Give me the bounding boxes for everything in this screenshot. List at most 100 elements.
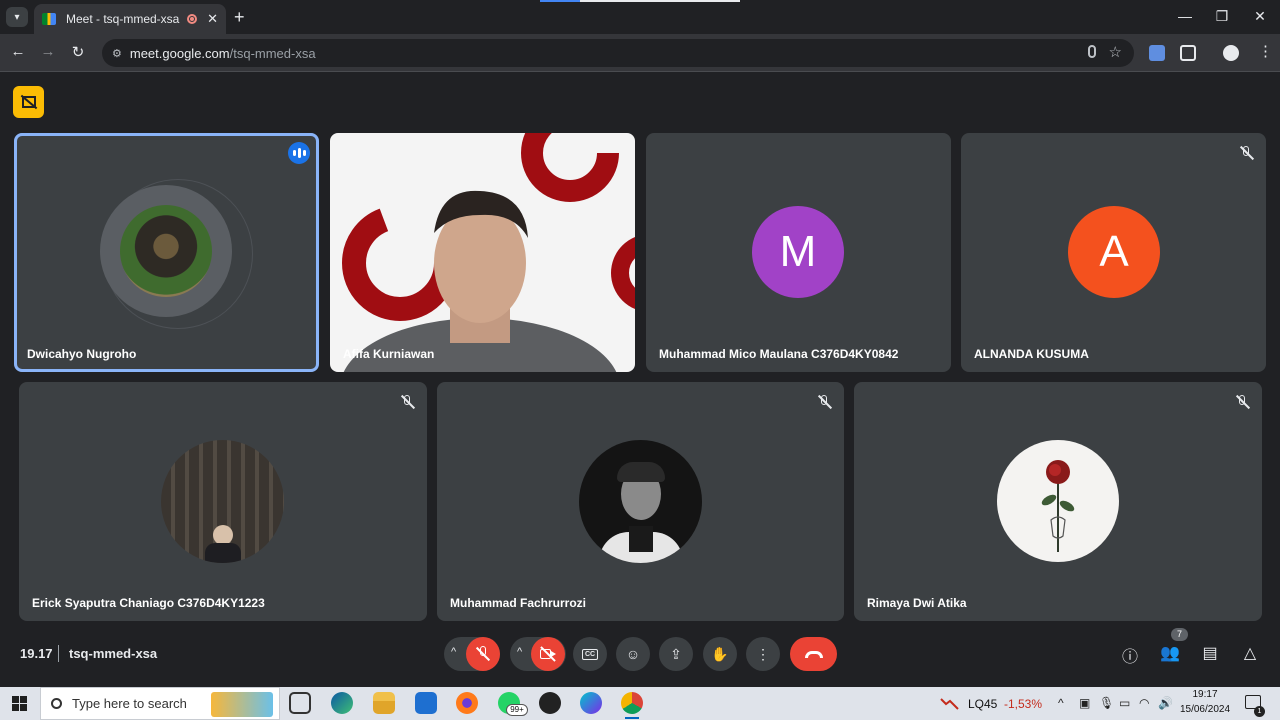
people-icon: 👥 [1160,645,1180,662]
edge-browser-icon[interactable] [331,692,353,714]
audio-options-chevron-icon[interactable]: ^ [451,646,456,658]
video-feed [342,133,635,372]
reactions-button[interactable]: ☺ [616,637,650,671]
back-arrow-icon[interactable]: ← [8,43,28,60]
mic-off-icon [1234,394,1251,410]
mic-off-icon [399,394,416,410]
chat-icon: ▤ [1202,645,1218,662]
search-icon [51,698,62,709]
mail-icon[interactable] [415,692,437,714]
participant-tile[interactable]: Rimaya Dwi Atika [854,382,1262,621]
divider [58,645,59,662]
bookmark-star-icon[interactable]: ☆ [1109,43,1122,61]
mic-off-icon [816,394,833,410]
avatar: A [1068,206,1160,298]
window-close-button[interactable]: ✕ [1250,8,1270,25]
people-button[interactable]: 👥 [1159,643,1181,665]
activities-button[interactable]: △ [1239,643,1261,665]
avatar [579,440,702,563]
more-options-button[interactable]: ⋮ [746,637,780,671]
meeting-details-button[interactable]: ⓘ [1119,643,1141,666]
participant-tile[interactable]: Muhammad Fachrurrozi [437,382,844,621]
browser-tab-meet[interactable]: Meet - tsq-mmed-xsa ✕ [34,4,226,34]
hand-icon: ✋ [711,645,729,662]
site-info-icon[interactable]: ⚙ [112,47,122,60]
notification-count-badge: 1 [1254,706,1265,717]
camera-tray-icon[interactable]: ▣ [1079,696,1090,710]
wifi-icon[interactable]: ◠ [1139,696,1149,710]
participant-name: Muhammad Mico Maulana C376D4KY0842 [659,347,899,361]
video-options-chevron-icon[interactable]: ^ [517,646,522,658]
camera-off-icon [540,646,556,662]
volume-icon[interactable]: 🔊 [1158,696,1173,710]
task-view-icon[interactable] [289,692,311,714]
present-icon: ⇪ [670,645,682,662]
mic-toggle-button[interactable] [466,637,500,671]
taskbar-search-box[interactable]: Type here to search [40,687,280,720]
browser-tab-strip: ▾ Meet - tsq-mmed-xsa ✕ + — ❐ ✕ [0,0,1280,34]
canva-icon[interactable] [580,692,602,714]
new-tab-button[interactable]: + [234,7,245,28]
mic-off-icon [475,646,491,662]
reload-icon[interactable]: ↻ [68,43,88,61]
participant-name: Muhammad Fachrurrozi [450,596,587,610]
file-explorer-icon[interactable] [373,692,395,714]
meet-favicon-icon [42,13,56,25]
tab-search-button[interactable]: ▾ [6,7,28,27]
url-path: /tsq-mmed-xsa [229,45,316,61]
search-highlight-image [211,692,273,717]
captions-icon: CC [581,648,599,660]
extensions-puzzle-icon[interactable] [1180,45,1196,61]
firefox-icon[interactable] [456,692,478,714]
media-player-icon[interactable] [539,692,561,714]
chat-button[interactable]: ▤ [1199,643,1221,665]
emoji-icon: ☺ [625,646,641,662]
participant-tile[interactable]: Erick Syaputra Chaniago C376D4KY1223 [19,382,427,621]
avatar [997,440,1119,562]
avatar [120,205,212,297]
meeting-code: tsq-mmed-xsa [69,646,158,661]
present-screen-button[interactable]: ⇪ [659,637,693,671]
raise-hand-button[interactable]: ✋ [703,637,737,671]
stock-ticker[interactable]: LQ45 [968,697,997,711]
translate-extension-icon[interactable] [1149,45,1165,61]
video-off-icon [21,96,36,108]
tab-close-icon[interactable]: ✕ [207,11,218,27]
participant-name: ALNANDA KUSUMA [974,347,1089,361]
voice-search-icon[interactable] [1088,45,1096,58]
participant-tile[interactable]: A ALNANDA KUSUMA [961,133,1266,372]
participant-tile[interactable]: M Muhammad Mico Maulana C376D4KY0842 [646,133,951,372]
captions-button[interactable]: CC [573,637,607,671]
show-hidden-icons-chevron-icon[interactable]: ^ [1058,696,1064,710]
chrome-icon[interactable] [621,692,643,719]
window-minimize-button[interactable]: — [1175,8,1195,24]
forward-arrow-icon[interactable]: → [38,43,58,60]
battery-icon[interactable]: ▭ [1119,696,1130,710]
tab-title: Meet - tsq-mmed-xsa [66,12,180,26]
camera-toggle-button[interactable] [531,637,565,671]
browser-toolbar: ← → ↻ ⚙ meet.google.com/tsq-mmed-xsa ☆ ⋮ [0,34,1280,72]
window-maximize-button[interactable]: ❐ [1212,8,1232,25]
host-controls-button[interactable] [13,86,44,118]
shapes-icon: △ [1243,645,1257,662]
people-count-badge: 7 [1171,628,1188,641]
phone-hangup-icon [804,650,823,658]
browser-menu-icon[interactable]: ⋮ [1258,42,1273,60]
whatsapp-badge: 99+ [506,704,528,716]
participant-tile[interactable]: Dwicahyo Nugroho [14,133,319,372]
leave-call-button[interactable] [790,637,837,671]
more-vert-icon: ⋮ [756,645,770,662]
windows-start-icon[interactable] [12,696,27,711]
speaking-indicator-icon [288,142,310,164]
clock-date[interactable]: 15/06/2024 [1177,704,1233,715]
info-icon: ⓘ [1121,649,1138,666]
avatar [161,440,284,563]
clock-time[interactable]: 19:17 [1180,689,1230,700]
profile-avatar-icon[interactable] [1223,45,1239,61]
address-bar[interactable]: ⚙ meet.google.com/tsq-mmed-xsa ☆ [102,39,1134,67]
meeting-time: 19.17 [20,646,53,661]
url-host: meet.google.com [129,45,230,61]
participant-tile[interactable]: Afifa Kurniawan [330,133,635,372]
microphone-tray-icon[interactable]: 🎙 [1099,696,1114,710]
stock-chart-icon [940,698,959,710]
